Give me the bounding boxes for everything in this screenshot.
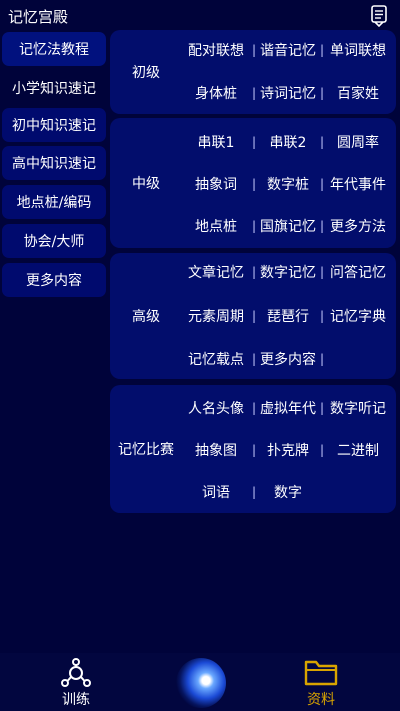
separator: | [319, 309, 325, 323]
sidebar-item-label: 记忆法教程 [19, 42, 89, 58]
method-item[interactable]: 百家姓 [326, 83, 390, 103]
section-beginner: 初级 配对联想 | 谐音记忆 | 单词联想 身体桩 | 诗词记忆 | 百家姓 [110, 30, 396, 114]
section-label: 高级 [132, 309, 160, 325]
separator: | [251, 135, 257, 149]
method-item[interactable]: 地点桩 [182, 216, 250, 236]
separator: | [251, 219, 257, 233]
method-item[interactable]: 数字 [258, 482, 318, 502]
sidebar-item-label: 地点桩/编码 [16, 195, 92, 211]
sidebar-item-junior-high[interactable]: 初中知识速记 [2, 108, 106, 142]
method-row: 文章记忆 | 数字记忆 | 问答记忆 [182, 257, 394, 287]
sidebar-item-label: 更多内容 [26, 273, 82, 289]
method-row: 词语 | 数字 [182, 477, 394, 507]
section-intermediate: 中级 串联1 | 串联2 | 圆周率 抽象词 | 数字桩 | 年代事件 地点桩 … [110, 118, 396, 248]
method-item[interactable]: 词语 [182, 482, 250, 502]
sidebar-item-tutorial[interactable]: 记忆法教程 [2, 32, 106, 66]
separator: | [251, 177, 257, 191]
sidebar-item-more[interactable]: 更多内容 [2, 263, 106, 297]
nav-data[interactable]: 资料 [290, 653, 360, 711]
method-item[interactable]: 问答记忆 [326, 262, 390, 282]
sidebar-item-association[interactable]: 协会/大师 [2, 224, 106, 258]
folder-icon [304, 660, 338, 686]
separator: | [251, 401, 257, 415]
method-row: 身体桩 | 诗词记忆 | 百家姓 [182, 78, 394, 108]
separator: | [319, 219, 325, 233]
method-item[interactable]: 年代事件 [326, 174, 390, 194]
method-item[interactable]: 抽象图 [182, 440, 250, 460]
sidebar-item-label: 小学知识速记 [12, 81, 96, 97]
separator: | [319, 43, 325, 57]
separator: | [251, 485, 257, 499]
sidebar-item-label: 高中知识速记 [12, 156, 96, 172]
app-title: 记忆宫殿 [8, 8, 69, 26]
separator: | [251, 352, 257, 366]
method-row: 元素周期 | 琵琶行 | 记忆字典 [182, 301, 394, 331]
network-hub-icon [61, 658, 91, 687]
method-row: 抽象词 | 数字桩 | 年代事件 [182, 169, 394, 199]
method-item[interactable]: 配对联想 [182, 40, 250, 60]
method-item[interactable]: 数字桩 [258, 174, 318, 194]
nav-label: 训练 [62, 692, 90, 708]
method-item[interactable]: 串联2 [258, 132, 318, 152]
separator: | [319, 352, 325, 366]
method-item[interactable]: 记忆载点 [182, 349, 250, 369]
method-item[interactable]: 数字听记 [326, 398, 390, 418]
sidebar-item-primary-school[interactable]: 小学知识速记 [2, 71, 106, 105]
method-item[interactable]: 身体桩 [182, 83, 250, 103]
separator: | [319, 135, 325, 149]
separator: | [319, 177, 325, 191]
separator: | [319, 401, 325, 415]
section-advanced: 高级 文章记忆 | 数字记忆 | 问答记忆 元素周期 | 琵琶行 | 记忆字典 … [110, 253, 396, 379]
method-row: 串联1 | 串联2 | 圆周率 [182, 127, 394, 157]
method-row: 抽象图 | 扑克牌 | 二进制 [182, 435, 394, 465]
separator: | [251, 86, 257, 100]
section-label: 初级 [132, 65, 160, 81]
method-item[interactable]: 单词联想 [326, 40, 390, 60]
method-item[interactable]: 琵琶行 [258, 306, 318, 326]
method-item[interactable]: 圆周率 [326, 132, 390, 152]
sidebar-item-location-pegs[interactable]: 地点桩/编码 [2, 185, 106, 219]
separator: | [319, 86, 325, 100]
section-label: 记忆比赛 [118, 442, 174, 458]
method-item[interactable]: 虚拟年代 [258, 398, 318, 418]
app-header: 记忆宫殿 [0, 0, 400, 32]
nav-label: 资料 [307, 692, 335, 708]
separator: | [251, 309, 257, 323]
method-item[interactable]: 数字记忆 [258, 262, 318, 282]
method-item[interactable]: 元素周期 [182, 306, 250, 326]
method-item[interactable]: 谐音记忆 [258, 40, 318, 60]
nav-train[interactable]: 训练 [40, 653, 120, 711]
sidebar-item-senior-high[interactable]: 高中知识速记 [2, 146, 106, 180]
method-item[interactable]: 记忆字典 [326, 306, 390, 326]
sidebar-item-label: 初中知识速记 [12, 118, 96, 134]
section-label: 中级 [132, 176, 160, 192]
method-row: 记忆载点 | 更多内容 | [182, 344, 394, 374]
method-item[interactable]: 诗词记忆 [258, 83, 318, 103]
separator: | [319, 265, 325, 279]
separator: | [251, 43, 257, 57]
method-item[interactable]: 人名头像 [182, 398, 250, 418]
method-item[interactable]: 二进制 [326, 440, 390, 460]
method-item[interactable]: 更多方法 [326, 216, 390, 236]
method-item[interactable]: 文章记忆 [182, 262, 250, 282]
separator: | [319, 443, 325, 457]
method-row: 配对联想 | 谐音记忆 | 单词联想 [182, 35, 394, 65]
section-competition: 记忆比赛 人名头像 | 虚拟年代 | 数字听记 抽象图 | 扑克牌 | 二进制 … [110, 385, 396, 513]
method-item[interactable]: 抽象词 [182, 174, 250, 194]
notebook-icon[interactable] [370, 5, 388, 27]
separator: | [251, 443, 257, 457]
method-row: 地点桩 | 国旗记忆 | 更多方法 [182, 211, 394, 241]
method-item[interactable]: 串联1 [182, 132, 250, 152]
method-item[interactable]: 国旗记忆 [258, 216, 318, 236]
orb-icon[interactable] [176, 658, 226, 708]
method-item[interactable]: 扑克牌 [258, 440, 318, 460]
sidebar-item-label: 协会/大师 [23, 234, 85, 250]
separator: | [251, 265, 257, 279]
method-row: 人名头像 | 虚拟年代 | 数字听记 [182, 393, 394, 423]
method-item[interactable]: 更多内容 [258, 349, 318, 369]
